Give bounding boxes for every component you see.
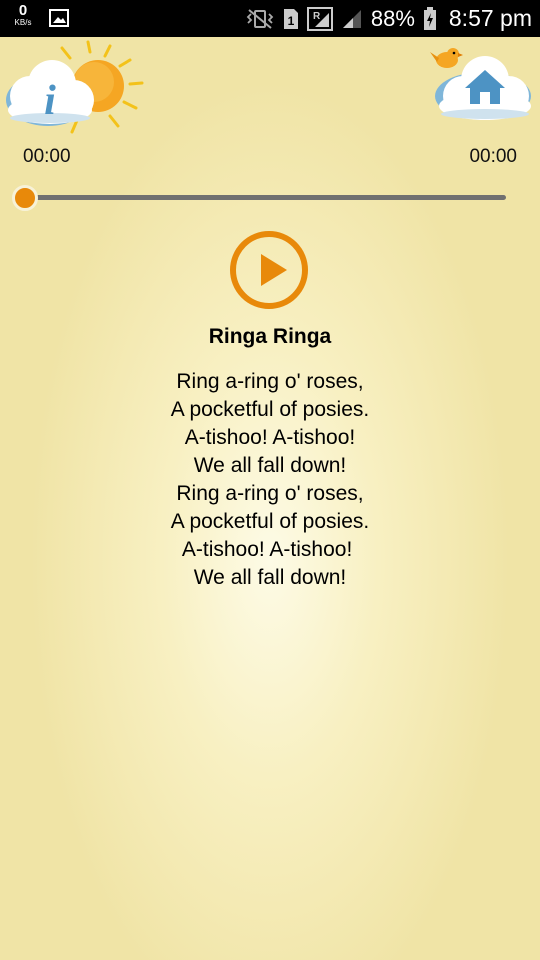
image-notification-icon [49, 9, 69, 27]
play-button[interactable] [229, 230, 309, 310]
lyric-line: Ring a-ring o' roses, [176, 482, 364, 505]
lyric-line: A pocketful of posies. [170, 398, 370, 421]
seek-bar-track[interactable] [24, 195, 506, 200]
play-icon [261, 254, 287, 286]
lyric-line: A-tishoo! A-tishoo! [181, 538, 359, 561]
signal-icon [342, 9, 361, 28]
lyrics: Ring a-ring o' roses, A pocketful of pos… [0, 368, 540, 592]
lyric-line: Ring a-ring o' roses, [176, 370, 364, 393]
network-speed-value: 0 [18, 2, 28, 19]
info-icon: i [44, 78, 56, 124]
song-title: Ringa Ringa [208, 325, 332, 348]
battery-charging-icon [423, 6, 436, 30]
seek-bar-thumb-knob [12, 185, 38, 211]
total-time: 00:00 [469, 146, 517, 167]
svg-text:1: 1 [288, 14, 295, 28]
lyric-line: A pocketful of posies. [170, 510, 370, 533]
bird-icon [430, 48, 463, 68]
lyric-line: A-tishoo! A-tishoo! [184, 426, 356, 449]
lyric-line: We all fall down! [193, 454, 347, 477]
roaming-signal-icon: R [306, 6, 333, 31]
sim-1-icon: 1 [283, 8, 298, 29]
home-cloud-button[interactable] [425, 38, 535, 128]
battery-percentage: 88% [370, 5, 415, 31]
network-speed-unit: KB/s [14, 18, 32, 27]
vibrate-icon [246, 8, 274, 29]
svg-text:R: R [313, 11, 321, 22]
network-speed: 0 KB/s [10, 3, 36, 27]
info-cloud-button[interactable]: i [2, 38, 152, 138]
lyric-line: We all fall down! [193, 566, 347, 589]
seek-bar-thumb[interactable] [9, 182, 39, 212]
current-time: 00:00 [23, 146, 71, 167]
status-bar: 0 KB/s 1 R 88% 8:57 pm [0, 0, 540, 37]
clock: 8:57 pm [448, 5, 532, 31]
